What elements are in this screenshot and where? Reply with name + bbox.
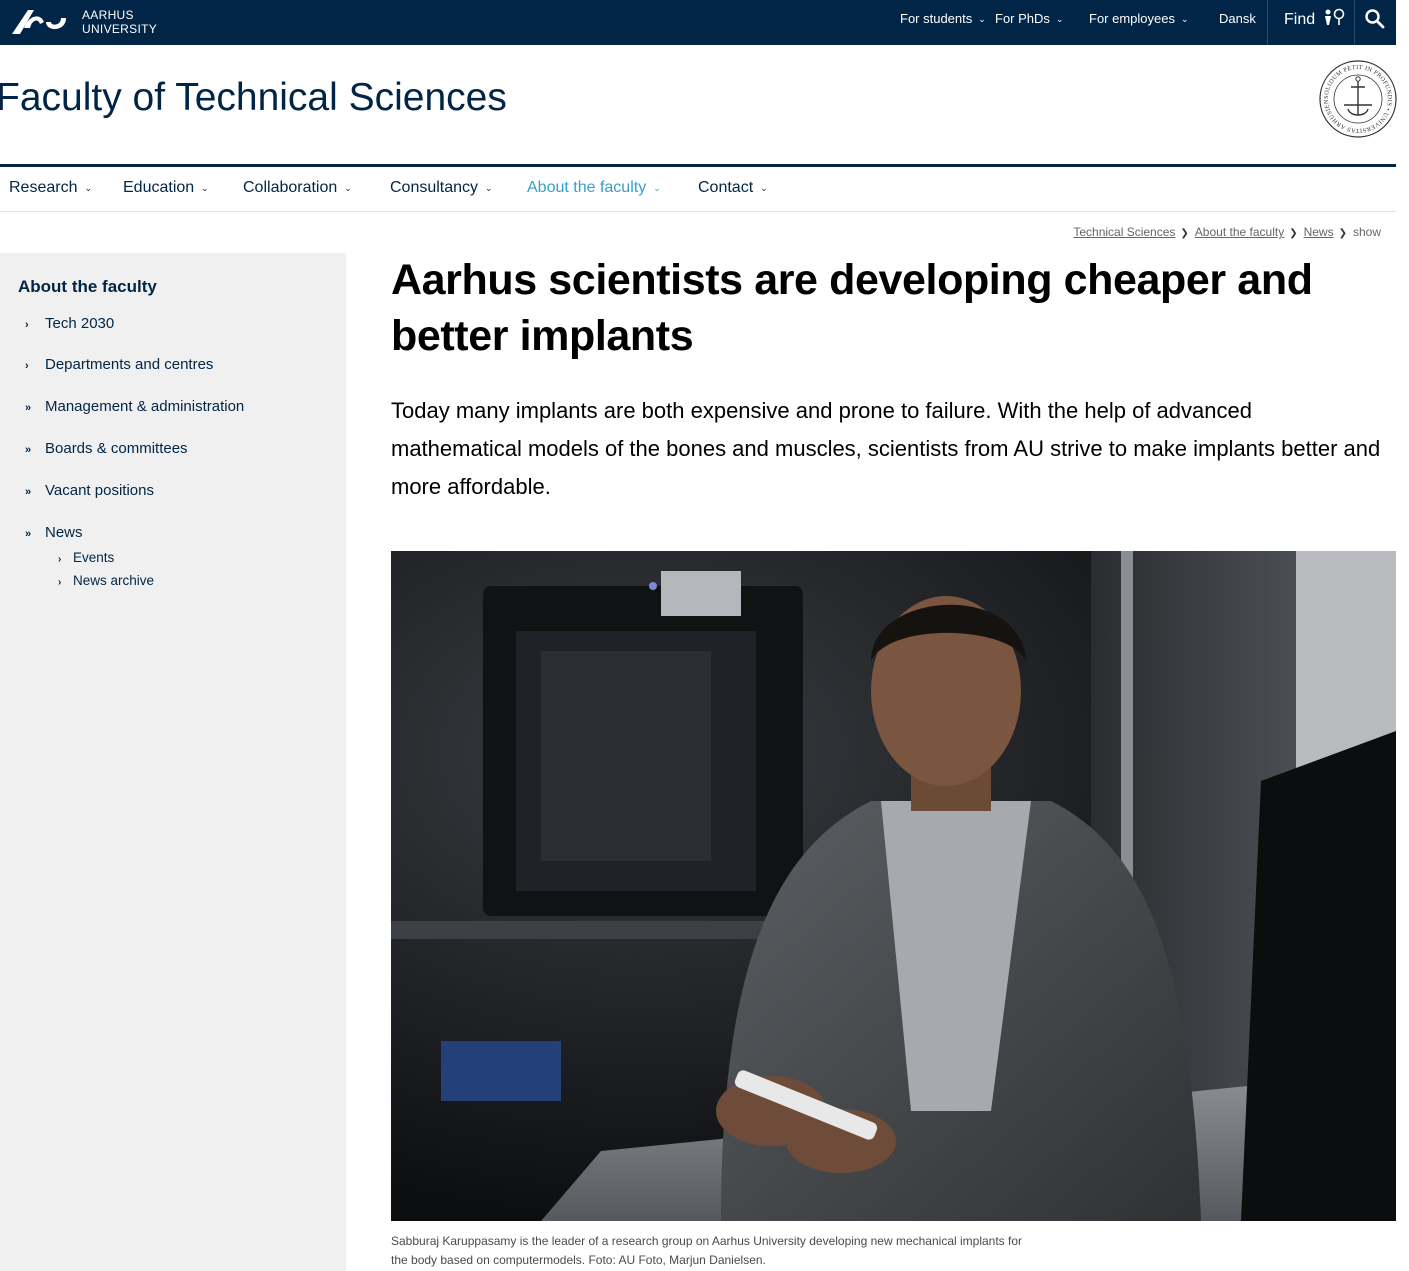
- double-chevron-right-icon: »: [25, 402, 32, 414]
- breadcrumb-link[interactable]: About the faculty: [1195, 225, 1284, 239]
- nav-label: Collaboration: [243, 179, 338, 196]
- map-pin-icon: [1324, 8, 1344, 25]
- nav-label: Education: [123, 179, 195, 196]
- double-chevron-right-icon: »: [25, 528, 32, 540]
- sidebar-item-news[interactable]: » News: [25, 524, 83, 541]
- sidebar-item-label: News: [45, 524, 83, 541]
- find-label: Find: [1284, 11, 1316, 28]
- chevron-right-icon: ❯: [1338, 228, 1347, 239]
- sidebar-item-vacant-positions[interactable]: » Vacant positions: [25, 482, 154, 499]
- researcher-portrait-image: [391, 551, 1396, 1221]
- chevron-down-icon: ⌄: [344, 183, 352, 193]
- sidebar-item-label: Boards & committees: [45, 440, 188, 457]
- chevron-down-icon: ⌄: [978, 14, 986, 24]
- sidebar-item-management[interactable]: » Management & administration: [25, 398, 244, 415]
- nav-label: Research: [9, 179, 78, 196]
- article-lead: Today many implants are both expensive a…: [391, 398, 1381, 499]
- chevron-right-icon: ›: [25, 319, 29, 331]
- nav-label: About the faculty: [527, 179, 647, 196]
- chevron-right-icon: ›: [58, 577, 62, 588]
- chevron-down-icon: ⌄: [760, 183, 768, 193]
- search-button[interactable]: [1364, 8, 1386, 32]
- logo-line-1: AARHUS: [82, 8, 134, 22]
- nav-collaboration[interactable]: Collaboration ⌄: [243, 179, 352, 197]
- search-icon: [1365, 9, 1385, 29]
- chevron-down-icon: ⌄: [653, 183, 661, 193]
- nav-contact[interactable]: Contact ⌄: [698, 179, 768, 197]
- sidebar-item-label: Management & administration: [45, 398, 245, 415]
- sidebar-item-label: Vacant positions: [45, 482, 154, 499]
- logo-text: AARHUS UNIVERSITY: [82, 8, 157, 36]
- nav-education[interactable]: Education ⌄: [123, 179, 209, 197]
- double-chevron-right-icon: »: [25, 486, 32, 498]
- topnav-label: For employees: [1089, 11, 1175, 26]
- chevron-down-icon: ⌄: [201, 183, 209, 193]
- sidebar-title[interactable]: About the faculty: [18, 277, 157, 297]
- chevron-down-icon: ⌄: [485, 183, 493, 193]
- chevron-down-icon: ⌄: [1055, 14, 1064, 24]
- topnav-for-employees[interactable]: For employees ⌄: [1089, 0, 1189, 45]
- chevron-right-icon: ❯: [1289, 228, 1298, 239]
- sidebar-item-label: Tech 2030: [45, 315, 115, 332]
- seal-icon: SOLIDUM PETIT IN PROFUNDIS • UNIVERSITAS…: [1316, 54, 1397, 138]
- nav-research[interactable]: Research ⌄: [9, 179, 92, 197]
- breadcrumb-current: show: [1352, 225, 1381, 239]
- chevron-down-icon: ⌄: [84, 183, 93, 193]
- sidebar-subitem-label: Events: [73, 550, 115, 565]
- topnav-language-dansk[interactable]: Dansk: [1219, 0, 1256, 45]
- nav-label: Consultancy: [390, 179, 479, 196]
- topbar-divider: [1267, 0, 1268, 45]
- image-caption: Sabburaj Karuppasamy is the leader of a …: [391, 1234, 1023, 1267]
- sidebar-subitem-events[interactable]: › Events: [58, 550, 114, 565]
- sidebar-item-departments[interactable]: › Departments and centres: [25, 356, 213, 373]
- chevron-right-icon: ›: [25, 360, 29, 372]
- university-seal: SOLIDUM PETIT IN PROFUNDIS • UNIVERSITAS…: [1316, 54, 1398, 139]
- sidebar-item-tech-2030[interactable]: › Tech 2030: [25, 315, 114, 332]
- double-chevron-right-icon: »: [25, 444, 32, 456]
- nav-label: Contact: [698, 179, 754, 196]
- top-bar: AARHUS UNIVERSITY For students ⌄ For PhDs…: [0, 0, 1396, 45]
- topnav-for-students[interactable]: For students ⌄: [900, 0, 986, 45]
- nav-about-the-faculty[interactable]: About the faculty ⌄: [527, 179, 661, 197]
- logo-line-2: UNIVERSITY: [82, 22, 158, 36]
- topnav-label: For students: [900, 11, 973, 26]
- chevron-right-icon: ›: [58, 554, 62, 565]
- sidebar: About the faculty › Tech 2030 › Department…: [0, 253, 346, 1271]
- sidebar-subitem-news-archive[interactable]: › News archive: [58, 573, 154, 588]
- topnav-label: Dansk: [1219, 11, 1256, 26]
- topnav-label: For PhDs: [995, 11, 1050, 26]
- topnav-for-phds[interactable]: For PhDs ⌄: [995, 0, 1063, 45]
- find-button[interactable]: Find: [1284, 0, 1346, 45]
- chevron-down-icon: ⌄: [1180, 14, 1189, 24]
- breadcrumb-link[interactable]: News: [1304, 225, 1334, 239]
- au-logo[interactable]: AARHUS UNIVERSITY: [10, 4, 160, 40]
- sidebar-item-boards[interactable]: » Boards & committees: [25, 440, 188, 457]
- sidebar-subitem-label: News archive: [73, 573, 155, 588]
- chevron-right-icon: ❯: [1180, 228, 1189, 239]
- main-nav: Research ⌄ Education ⌄ Collaboration ⌄ Cons…: [0, 167, 1396, 212]
- topbar-divider: [1354, 0, 1355, 45]
- breadcrumb: Technical Sciences ❯ About the faculty ❯ New…: [1073, 225, 1381, 239]
- au-logo-icon: [12, 10, 66, 34]
- breadcrumb-link[interactable]: Technical Sciences: [1073, 225, 1175, 239]
- sidebar-item-label: Departments and centres: [45, 356, 214, 373]
- nav-consultancy[interactable]: Consultancy ⌄: [390, 179, 493, 197]
- article-hero-image: [391, 551, 1396, 1221]
- faculty-title[interactable]: Faculty of Technical Sciences: [0, 76, 507, 120]
- article-headline: Aarhus scientists are developing cheaper…: [391, 256, 1313, 360]
